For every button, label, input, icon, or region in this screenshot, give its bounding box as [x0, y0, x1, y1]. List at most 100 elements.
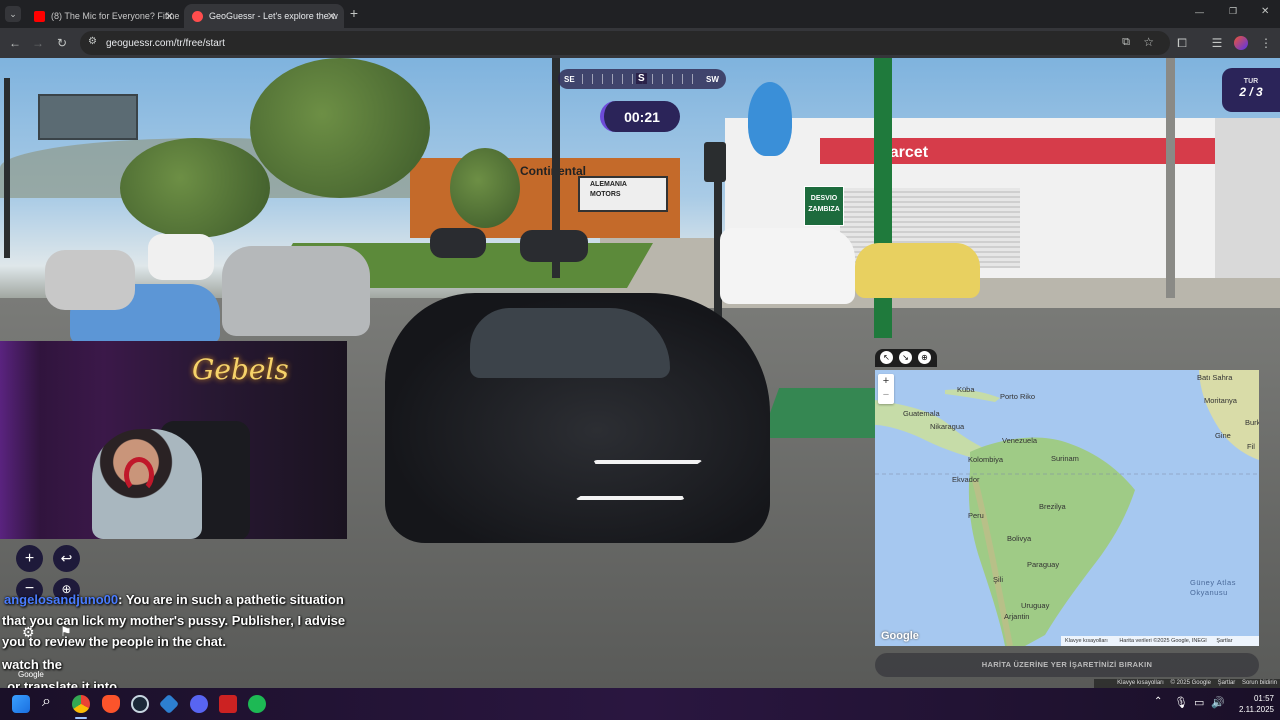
light-pole-left — [4, 78, 10, 258]
new-tab-button[interactable]: + — [346, 5, 362, 23]
map-label: Küba — [957, 385, 975, 394]
map-label: Nikaragua — [930, 422, 965, 431]
close-tab-icon[interactable]: ✕ — [165, 10, 174, 23]
place-pin-button[interactable]: HARİTA ÜZERİNE YER İŞARETİNİZİ BIRAKIN — [875, 653, 1259, 677]
map-zoom-controls: + − — [878, 374, 894, 404]
map-label: Gine — [1215, 431, 1231, 440]
map-shrink-icon[interactable]: ↘ — [899, 351, 912, 364]
close-window-button[interactable]: ✕ — [1261, 6, 1269, 17]
dark-car — [520, 230, 588, 262]
map-zoom-out-button[interactable]: − — [878, 388, 894, 402]
street-report-link[interactable]: Sorun bildirin — [1242, 680, 1277, 686]
map-label: Fil — [1247, 442, 1255, 451]
address-bar[interactable]: ⚙ geoguessr.com/tr/free/start ⧉ ☆ — [80, 31, 1170, 55]
map-label: Kolombiya — [968, 455, 1004, 464]
extensions-icon[interactable]: ⧠ — [1172, 28, 1192, 58]
map-expand-icon[interactable]: ↖ — [880, 351, 893, 364]
webcam-overlay: Gebels — [0, 341, 347, 539]
chrome-icon[interactable] — [72, 695, 90, 713]
clock[interactable]: 01:57 2.11.2025 — [1226, 693, 1274, 715]
move-cursor-icon[interactable] — [574, 460, 704, 500]
install-app-icon[interactable]: ⧉ — [1122, 36, 1130, 49]
map-label: Peru — [968, 511, 984, 520]
map-shortcuts-link[interactable]: Klavye kısayolları — [1065, 638, 1108, 644]
browser-toolbar: ← → ↻ ⚙ geoguessr.com/tr/free/start ⧉ ☆ … — [0, 28, 1280, 58]
map-label-ocean: Güney Atlas Okyanusu — [1190, 578, 1236, 597]
brave-icon[interactable] — [102, 695, 120, 713]
map-toolbar: ↖ ↘ ⊕ — [875, 349, 937, 367]
bookmark-star-icon[interactable]: ☆ — [1143, 35, 1154, 49]
zoom-in-button[interactable]: + — [16, 545, 43, 572]
menu-icon[interactable]: ⋮ — [1256, 28, 1276, 58]
compass: SE S SW — [558, 69, 726, 89]
map-data-text: Harita verileri ©2025 Google, INEGI — [1119, 638, 1207, 644]
steam-icon[interactable] — [131, 695, 149, 713]
search-icon[interactable]: ⌕ — [42, 693, 51, 711]
mascot-sign — [748, 82, 792, 156]
compass-s: S — [636, 73, 647, 84]
map-label: Venezuela — [1002, 436, 1038, 445]
alemania-sign-sub: MOTORS — [590, 191, 621, 198]
tab-search-icon[interactable]: ☰ — [1207, 28, 1227, 58]
recording-app-icon[interactable] — [219, 695, 237, 713]
windows-start-icon[interactable] — [12, 695, 30, 713]
tab-bar: ⌄ (8) The Mic for Everyone? Fifine ✕ Geo… — [0, 0, 1280, 28]
back-icon[interactable]: ← — [5, 28, 25, 58]
map-label: Paraguay — [1027, 560, 1060, 569]
alemania-sign: ALEMANIA — [590, 181, 627, 188]
street-shortcuts-link[interactable]: Klavye kısayolları — [1117, 680, 1164, 686]
white-car — [148, 234, 214, 280]
map-label: Porto Riko — [1000, 392, 1036, 401]
clock-time: 01:57 — [1253, 694, 1274, 703]
street-sign: DESVIO ZAMBIZA — [804, 186, 844, 226]
spotify-icon[interactable] — [248, 695, 266, 713]
tree — [250, 58, 430, 198]
volume-icon[interactable]: 🔊 — [1211, 696, 1225, 709]
map-label: Şili — [993, 575, 1004, 584]
restore-button[interactable]: ❐ — [1229, 6, 1237, 17]
neon-sign: Gebels — [192, 353, 289, 386]
map-terms-link[interactable]: Şartlar — [1216, 638, 1232, 644]
clock-date: 2.11.2025 — [1239, 705, 1274, 714]
display-icon[interactable]: ▭ — [1194, 696, 1204, 709]
tree — [120, 138, 270, 238]
flag-icon[interactable]: ⚑ — [60, 624, 72, 640]
close-tab-icon[interactable]: ✕ — [327, 10, 336, 23]
chat-line: : You are in such a pathetic situation — [118, 592, 344, 607]
map-label: Guatemala — [903, 409, 940, 418]
map-label: Arjantin — [1004, 612, 1030, 621]
utility-pole-right — [1166, 58, 1175, 298]
white-van — [720, 228, 855, 304]
undo-button[interactable]: ↩ — [53, 545, 80, 572]
map-label: Surinam — [1051, 454, 1079, 463]
reload-icon[interactable]: ↻ — [52, 28, 72, 58]
south-america-land — [968, 437, 1135, 646]
settings-icon[interactable]: ⚙ — [22, 624, 35, 641]
tab-youtube[interactable]: (8) The Mic for Everyone? Fifine ✕ — [26, 4, 182, 28]
discord-icon[interactable] — [190, 695, 208, 713]
silver-car — [45, 250, 135, 310]
taskbar: ⌕ ⌃ 🎙 ▭ 🔊 01:57 2.11.2025 — [0, 688, 1280, 720]
map-zoom-in-button[interactable]: + — [878, 374, 894, 388]
app-icon[interactable] — [158, 693, 180, 715]
guess-map[interactable]: + − Küba Porto Riko Guatemala Nikaragua … — [875, 370, 1259, 646]
taxi — [855, 243, 980, 298]
chat-username: angelosandjuno00 — [4, 592, 119, 607]
tray-chevron-icon[interactable]: ⌃ — [1154, 696, 1162, 707]
round-label: TUR — [1243, 78, 1259, 85]
street-footer: Klavye kısayolları © 2025 Google Şartlar… — [1094, 679, 1280, 688]
site-info-icon[interactable]: ⚙ — [88, 36, 97, 47]
minimize-button[interactable]: — — [1195, 7, 1204, 17]
profile-avatar[interactable] — [1234, 36, 1248, 50]
forward-icon[interactable]: → — [28, 28, 48, 58]
street-terms-link[interactable]: Şartlar — [1218, 680, 1236, 686]
tab-search-button[interactable]: ⌄ — [5, 6, 21, 22]
tab-youtube-title: (8) The Mic for Everyone? Fifine — [51, 11, 180, 21]
tab-geoguessr-title: GeoGuessr - Let's explore the w — [209, 11, 338, 21]
microphone-icon[interactable]: 🎙 — [1174, 696, 1188, 709]
dark-car — [430, 228, 486, 258]
map-pin-icon[interactable]: ⊕ — [918, 351, 931, 364]
chat-line: you to review the people in the chat. — [2, 634, 226, 649]
map-attribution: Klavye kısayolları Harita verileri ©2025… — [1061, 636, 1259, 646]
tab-geoguessr[interactable]: GeoGuessr - Let's explore the w ✕ — [184, 4, 344, 28]
